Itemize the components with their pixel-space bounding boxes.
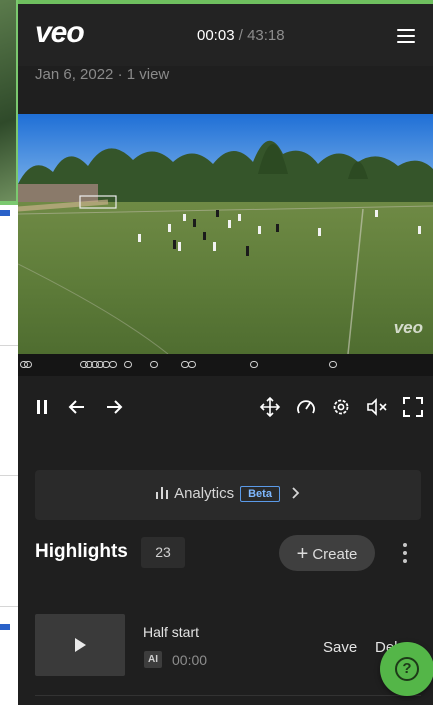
background-divider [0, 345, 18, 346]
player-header: veo 00:03 / 43:18 [18, 0, 433, 66]
fullscreen-icon[interactable] [402, 396, 424, 418]
mute-icon[interactable] [366, 396, 388, 418]
bar-chart-icon [156, 486, 169, 499]
highlight-play-button[interactable] [35, 614, 125, 676]
background-link-marker [0, 624, 10, 630]
video-player-panel: veo 00:03 / 43:18 Jan 6, 2022 · 1 view v… [18, 0, 433, 705]
list-divider [35, 695, 421, 696]
current-time: 00:03 [197, 27, 235, 44]
help-button[interactable]: ? [380, 642, 433, 696]
video-frame[interactable]: veo [18, 114, 433, 354]
plus-icon: + [296, 543, 309, 565]
analytics-button[interactable]: Analytics Beta [35, 470, 421, 520]
video-watermark: veo [393, 318, 423, 337]
player-controls [18, 380, 433, 436]
analytics-label: Analytics [174, 485, 235, 502]
speed-icon[interactable] [295, 396, 317, 418]
highlights-title: Highlights [35, 541, 128, 562]
highlight-item: Half start AI 00:00 Save Delete [18, 600, 433, 696]
pause-icon[interactable] [31, 396, 53, 418]
ai-badge: AI [144, 651, 162, 668]
more-options-icon[interactable] [402, 543, 408, 563]
timeline-marker[interactable] [188, 361, 196, 368]
timeline-marker[interactable] [109, 361, 117, 368]
forward-icon[interactable] [103, 396, 125, 418]
analytics-content: Analytics Beta [35, 485, 421, 503]
video-date: Jan 6, 2022 [35, 66, 114, 83]
play-icon [75, 638, 86, 652]
create-label: Create [312, 546, 358, 563]
view-count: 1 view [126, 66, 170, 83]
chevron-right-icon [292, 486, 300, 503]
timeline-marker[interactable] [250, 361, 258, 368]
timeline-marker[interactable] [150, 361, 158, 368]
timeline-marker[interactable] [329, 361, 337, 368]
highlights-count: 23 [141, 537, 185, 568]
background-divider [0, 475, 18, 476]
rewind-icon[interactable] [66, 396, 88, 418]
beta-badge: Beta [240, 486, 280, 502]
save-button[interactable]: Save [323, 639, 357, 656]
meta-separator: · [113, 66, 127, 83]
veo-logo[interactable]: veo [35, 16, 85, 50]
highlight-time: 00:00 [172, 652, 208, 668]
timeline-marker[interactable] [124, 361, 132, 368]
background-link-marker [0, 210, 10, 216]
time-separator: / [234, 27, 248, 44]
playback-time: 00:03 / 43:18 [197, 27, 285, 44]
video-meta: Jan 6, 2022 · 1 view [35, 66, 169, 83]
hamburger-menu-icon[interactable] [397, 28, 415, 44]
background-video-thumbnail [0, 0, 20, 205]
help-icon: ? [395, 657, 419, 681]
highlight-timeline[interactable] [18, 354, 433, 376]
background-divider [0, 606, 18, 607]
create-highlight-button[interactable]: + Create [279, 535, 375, 571]
move-icon[interactable] [259, 396, 281, 418]
highlight-title: Half start [143, 624, 200, 640]
settings-icon[interactable] [330, 396, 352, 418]
total-duration: 43:18 [247, 27, 285, 44]
timeline-marker[interactable] [24, 361, 32, 368]
